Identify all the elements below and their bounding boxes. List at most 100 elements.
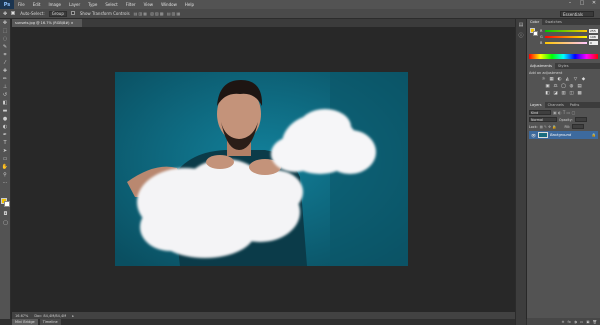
dodge-icon[interactable]: ◐: [2, 124, 9, 130]
lasso-icon[interactable]: ◌: [2, 36, 9, 42]
move-tool-icon[interactable]: ✥: [3, 11, 7, 17]
color-balance-icon[interactable]: ▣: [545, 84, 551, 89]
posterize-icon[interactable]: ◪: [553, 91, 559, 96]
brightness-icon[interactable]: ☼: [541, 77, 547, 82]
visibility-eye-icon[interactable]: 👁: [531, 133, 536, 138]
adjustments-heading: Add an adjustment: [529, 71, 563, 75]
screen-mode-icon[interactable]: ▢: [1, 219, 10, 228]
adjustment-icons-row-1: ☼ ▦ ◐ ◭ ▽ ◆: [529, 76, 598, 83]
gradient-icon[interactable]: ▬: [2, 108, 9, 114]
layer-name[interactable]: Background: [550, 133, 571, 137]
opacity-field[interactable]: [574, 117, 587, 122]
move-icon[interactable]: ✥: [2, 20, 9, 26]
align-icons[interactable]: ▤▥▦ ▧▨▩ ▤▥▦: [134, 11, 182, 16]
color-lookup-icon[interactable]: ▤: [577, 84, 583, 89]
layer-background[interactable]: 👁 Background 🔒: [529, 131, 598, 139]
quick-select-icon[interactable]: ✎: [2, 44, 9, 50]
exposure-icon[interactable]: ◭: [565, 77, 571, 82]
adjustment-layer-icon[interactable]: ◑: [574, 320, 577, 324]
menu-layer[interactable]: Layer: [65, 2, 84, 7]
menu-type[interactable]: Type: [84, 2, 101, 7]
invert-icon[interactable]: ◧: [545, 91, 551, 96]
background-color-swatch[interactable]: [4, 201, 10, 207]
clone-stamp-icon[interactable]: ⊥: [2, 84, 9, 90]
auto-select-checkbox[interactable]: [11, 11, 16, 16]
history-brush-icon[interactable]: ↺: [2, 92, 9, 98]
tab-mini-bridge[interactable]: Mini Bridge: [12, 319, 38, 325]
lock-icons[interactable]: ▦ ✎ ✥ 🔒: [540, 125, 557, 129]
canvas-image[interactable]: [115, 72, 408, 266]
menu-edit[interactable]: Edit: [29, 2, 45, 7]
menu-filter[interactable]: Filter: [122, 2, 140, 7]
menu-file[interactable]: File: [14, 2, 29, 7]
tab-channels[interactable]: Channels: [545, 102, 567, 108]
tab-layers[interactable]: Layers: [527, 102, 545, 108]
tab-timeline[interactable]: Timeline: [39, 319, 61, 325]
menu-window[interactable]: Window: [157, 2, 181, 7]
tools-panel: ✥ ⬚ ◌ ✎ ⌗ ⁄ ✚ ✏ ⊥ ↺ ◧ ▬ ● ◐ ✒ T ➤ ▭ ✋ ⚲ …: [0, 19, 11, 319]
threshold-icon[interactable]: ▥: [561, 91, 567, 96]
menu-image[interactable]: Image: [44, 2, 65, 7]
delete-layer-icon[interactable]: 🗑: [593, 320, 597, 324]
close-button[interactable]: ✕: [588, 0, 600, 9]
document-tab[interactable]: sunsets.jpg @ 16.7% (RGB/8#) ×: [12, 19, 82, 27]
status-arrow-icon[interactable]: ▸: [72, 314, 74, 318]
marquee-icon[interactable]: ⬚: [2, 28, 9, 34]
black-white-icon[interactable]: ⚖: [553, 84, 559, 89]
layer-style-icon[interactable]: fx: [568, 320, 571, 324]
hand-icon[interactable]: ✋: [2, 164, 9, 170]
hue-sat-icon[interactable]: ◆: [581, 77, 587, 82]
filter-icons[interactable]: ▣ ◐ T ▭ ▢: [553, 110, 575, 115]
gradient-map-icon[interactable]: ◫: [569, 91, 575, 96]
eyedropper-icon[interactable]: ⁄: [2, 60, 9, 66]
menu-select[interactable]: Select: [101, 2, 121, 7]
color-bg-swatch[interactable]: [533, 31, 538, 36]
channel-mixer-icon[interactable]: ◍: [569, 84, 575, 89]
menu-view[interactable]: View: [140, 2, 158, 7]
slider-green[interactable]: G 198: [529, 34, 598, 39]
minimize-button[interactable]: –: [564, 0, 576, 9]
auto-select-label: Auto-Select:: [20, 11, 45, 16]
link-layers-icon[interactable]: ⊖: [562, 320, 565, 324]
shape-icon[interactable]: ▭: [2, 156, 9, 162]
menu-help[interactable]: Help: [181, 2, 198, 7]
brush-icon[interactable]: ✏: [2, 76, 9, 82]
type-icon[interactable]: T: [2, 140, 9, 146]
layer-kind-filter[interactable]: Kind: [529, 110, 551, 115]
color-spectrum-ramp[interactable]: [529, 54, 598, 59]
layer-mask-icon[interactable]: ▭: [580, 320, 583, 324]
tab-adjustments[interactable]: Adjustments: [527, 63, 555, 69]
blend-mode-dropdown[interactable]: Normal: [529, 117, 557, 122]
pen-icon[interactable]: ✒: [2, 132, 9, 138]
workspace-dropdown[interactable]: Essentials: [560, 11, 594, 17]
levels-icon[interactable]: ▦: [549, 77, 555, 82]
new-layer-icon[interactable]: ▣: [586, 320, 589, 324]
properties-icon[interactable]: ⓘ: [518, 32, 525, 39]
tab-styles[interactable]: Styles: [555, 63, 572, 69]
vibrance-icon[interactable]: ▽: [573, 77, 579, 82]
quick-mask-icon[interactable]: ◘: [1, 210, 10, 219]
selective-color-icon[interactable]: ▩: [577, 91, 583, 96]
photo-filter-icon[interactable]: ◯: [561, 84, 567, 89]
fill-field[interactable]: [572, 124, 585, 129]
curves-icon[interactable]: ◐: [557, 77, 563, 82]
eraser-icon[interactable]: ◧: [2, 100, 9, 106]
slider-blue[interactable]: B 0: [529, 40, 598, 45]
zoom-icon[interactable]: ⚲: [2, 172, 9, 178]
layer-lock-icon: 🔒: [591, 133, 596, 137]
blur-icon[interactable]: ●: [2, 116, 9, 122]
path-select-icon[interactable]: ➤: [2, 148, 9, 154]
auto-select-dropdown[interactable]: Group: [48, 10, 67, 17]
collapsed-panel-strip: ▤ ⓘ: [515, 19, 526, 325]
maximize-button[interactable]: □: [576, 0, 588, 9]
zoom-level[interactable]: 16.67%: [15, 314, 28, 318]
show-transform-checkbox[interactable]: [70, 11, 76, 16]
slider-red[interactable]: R 255: [529, 28, 598, 33]
extras-icon[interactable]: ⋯: [2, 180, 9, 186]
bottom-panel-tabs: Mini Bridge Timeline: [0, 319, 600, 325]
tab-paths[interactable]: Paths: [567, 102, 583, 108]
document-tab-bar: [12, 19, 515, 27]
history-icon[interactable]: ▤: [518, 22, 525, 28]
crop-icon[interactable]: ⌗: [2, 52, 9, 58]
healing-brush-icon[interactable]: ✚: [2, 68, 9, 74]
